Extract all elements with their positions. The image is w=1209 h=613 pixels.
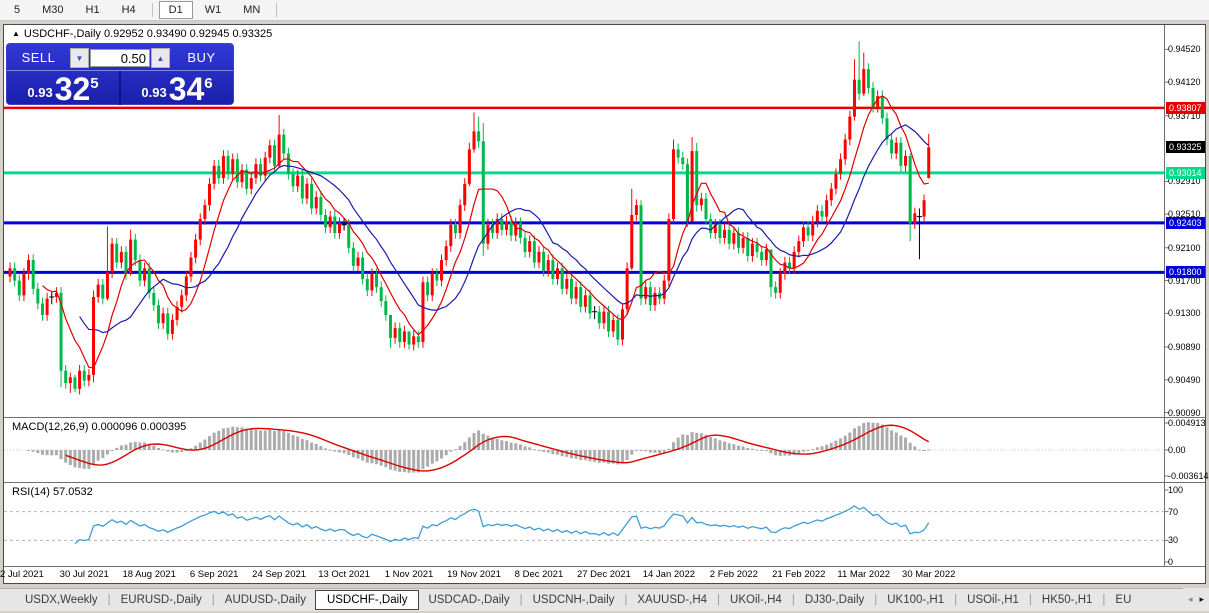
tab-xauusd-h4[interactable]: XAUUSD-,H4: [628, 591, 716, 609]
date-tick: 8 Dec 2021: [514, 569, 564, 580]
date-tick: 27 Dec 2021: [576, 569, 631, 580]
macd-label: MACD(12,26,9) 0.000096 0.000395: [12, 421, 186, 433]
volume-stepper: ▼ ▲: [70, 44, 170, 70]
date-tick: 1 Nov 2021: [384, 569, 434, 580]
sell-price-sup: 5: [90, 75, 99, 92]
tab-scroll-left-icon[interactable]: ◂: [1188, 594, 1193, 605]
rsi-name: RSI(14): [12, 486, 50, 498]
tab-eurusd-daily[interactable]: EURUSD-,Daily: [112, 591, 211, 609]
timeframe-toolbar: 5 M30 H1 H4 D1 W1 MN: [0, 0, 1209, 21]
tab-audusd-daily[interactable]: AUDUSD-,Daily: [216, 591, 315, 609]
macd-axis-tick: 0.00: [1168, 445, 1186, 455]
tab-separator: |: [624, 594, 628, 606]
tab-separator: |: [211, 594, 215, 606]
tab-separator: |: [519, 594, 523, 606]
timeframe-M30[interactable]: M30: [32, 1, 73, 19]
tab-scroll-right-icon[interactable]: ▸: [1199, 594, 1204, 605]
macd-axis-tick: -0.003614: [1168, 471, 1209, 481]
level-blue1-badge: 0.92403: [1166, 216, 1205, 229]
chart-tabbar: USDX,Weekly | EURUSD-,Daily | AUDUSD-,Daily U…: [0, 588, 1209, 611]
tab-usdx-weekly[interactable]: USDX,Weekly: [16, 591, 107, 609]
price-tick: 0.90090: [1168, 407, 1201, 418]
rsi-label: RSI(14) 57.0532: [12, 486, 93, 498]
tab-separator: |: [791, 594, 795, 606]
price-tick: 0.90890: [1168, 341, 1201, 352]
date-tick: 30 Jul 2021: [59, 569, 109, 580]
volume-increase-button[interactable]: ▲: [151, 48, 170, 68]
timeframe-H1[interactable]: H1: [76, 1, 110, 19]
tab-usdchf-daily[interactable]: USDCHF-,Daily: [314, 590, 420, 610]
timeframe-5[interactable]: 5: [4, 1, 30, 19]
macd-values: 0.000096 0.000395: [91, 421, 187, 433]
tab-separator: |: [1102, 594, 1106, 606]
tab-separator: |: [107, 594, 111, 606]
toolbar-separator: [276, 3, 278, 17]
date-tick: 11 Mar 2022: [837, 569, 891, 580]
sell-price-big: 32: [54, 71, 91, 107]
tab-scroll-arrows: ◂ ▸: [1182, 588, 1209, 611]
price-tick: 0.90490: [1168, 374, 1201, 385]
sell-price[interactable]: 0.93 32 5: [7, 71, 121, 105]
date-tick: 12 Jul 2021: [0, 569, 44, 580]
price-tick: 0.94520: [1168, 44, 1201, 55]
rsi-value: 57.0532: [52, 486, 93, 498]
toolbar-separator: [151, 3, 153, 17]
date-tick: 6 Sep 2021: [189, 569, 239, 580]
chart-title-quotes: 0.92952 0.93490 0.92945 0.93325: [103, 28, 273, 40]
macd-axis-tick: 0.004913: [1168, 418, 1206, 428]
sell-price-prefix: 0.93: [27, 85, 53, 100]
price-tick: 0.92100: [1168, 242, 1201, 253]
date-tick: 13 Oct 2021: [318, 569, 370, 580]
chart-title-symbol: USDCHF-,Daily: [23, 28, 101, 40]
date-tick: 30 Mar 2022: [902, 569, 956, 580]
tab-hk50-h1[interactable]: HK50-,H1: [1033, 591, 1102, 609]
buy-button[interactable]: BUY: [170, 44, 233, 70]
price-tick: 0.91300: [1168, 308, 1201, 319]
tab-usdcnh-daily[interactable]: USDCNH-,Daily: [524, 591, 624, 609]
buy-price-big: 34: [168, 71, 205, 107]
level-blue2-badge: 0.91800: [1166, 266, 1205, 279]
buy-price[interactable]: 0.93 34 6: [121, 71, 233, 105]
tab-dj30-daily[interactable]: DJ30-,Daily: [796, 591, 873, 609]
trading-terminal: 5 M30 H1 H4 D1 W1 MN ▲ USDCHF-,Daily 0.92952 0.…: [0, 0, 1209, 613]
rsi-axis-tick: 100: [1168, 485, 1184, 495]
current-price-badge: 0.93325: [1166, 141, 1205, 154]
macd-name: MACD(12,26,9): [12, 421, 89, 433]
chart-window: ▲ USDCHF-,Daily 0.92952 0.93490 0.92945 0…: [0, 24, 1209, 584]
date-tick: 21 Feb 2022: [772, 569, 826, 580]
triangle-up-icon: ▲: [12, 29, 20, 38]
resistance-badge: 0.93807: [1166, 101, 1205, 114]
rsi-axis-tick: 0: [1168, 557, 1174, 567]
timeframe-H4[interactable]: H4: [112, 1, 146, 19]
one-click-trade-panel: SELL ▼ ▲ BUY 0.93 32 5 0.93 34 6: [6, 43, 234, 105]
tab-usoil-h1[interactable]: USOil-,H1: [958, 591, 1028, 609]
buy-price-sup: 6: [204, 75, 213, 92]
tab-ukoil-h4[interactable]: UKOil-,H4: [721, 591, 791, 609]
chart-title: ▲ USDCHF-,Daily 0.92952 0.93490 0.92945 0…: [12, 28, 272, 40]
tab-separator: |: [874, 594, 878, 606]
price-chart[interactable]: [4, 25, 1205, 583]
rsi-axis-tick: 30: [1168, 535, 1179, 546]
timeframe-W1[interactable]: W1: [195, 1, 232, 19]
date-tick: 2 Feb 2022: [709, 569, 758, 580]
tab-eu[interactable]: EU: [1106, 591, 1140, 609]
volume-decrease-button[interactable]: ▼: [70, 48, 89, 68]
buy-price-prefix: 0.93: [141, 85, 167, 100]
level-green-badge: 0.93014: [1166, 166, 1205, 179]
timeframe-MN[interactable]: MN: [233, 1, 270, 19]
date-tick: 19 Nov 2021: [447, 569, 501, 580]
tab-separator: |: [954, 594, 958, 606]
date-tick: 14 Jan 2022: [642, 569, 696, 580]
tab-separator: |: [717, 594, 721, 606]
tab-separator: |: [1028, 594, 1032, 606]
price-tick: 0.94120: [1168, 77, 1201, 88]
date-tick: 24 Sep 2021: [252, 569, 307, 580]
tab-usdcad-daily[interactable]: USDCAD-,Daily: [419, 591, 518, 609]
timeframe-D1[interactable]: D1: [158, 1, 193, 19]
volume-input[interactable]: [90, 49, 150, 67]
tab-uk100-h1[interactable]: UK100-,H1: [878, 591, 953, 609]
date-tick: 18 Aug 2021: [122, 569, 176, 580]
sell-button[interactable]: SELL: [7, 44, 70, 70]
rsi-axis-tick: 70: [1168, 506, 1179, 517]
